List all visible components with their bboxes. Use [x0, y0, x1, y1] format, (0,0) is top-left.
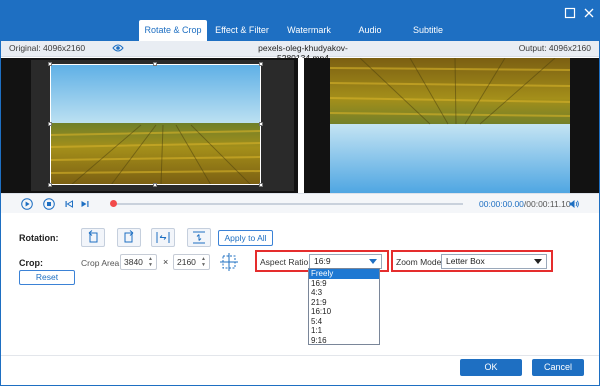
- aspect-option[interactable]: Freely: [309, 269, 379, 279]
- crop-handle-bottom[interactable]: [153, 183, 157, 187]
- cancel-button[interactable]: Cancel: [532, 359, 584, 376]
- dialog-footer: OK Cancel: [1, 355, 599, 385]
- crop-handle-top-left[interactable]: [48, 62, 52, 66]
- prev-frame-icon[interactable]: [63, 198, 75, 210]
- aspect-ratio-value: 16:9: [314, 256, 331, 266]
- crop-width-stepper[interactable]: ▲ ▼: [147, 256, 154, 268]
- original-preview[interactable]: [31, 60, 294, 191]
- playback-bar: 00:00:00.00/00:00:11.10: [1, 193, 599, 213]
- crop-handle-left[interactable]: [48, 122, 52, 126]
- crop-handle-bottom-left[interactable]: [48, 183, 52, 187]
- crop-height-input[interactable]: 2160 ▲ ▼: [173, 254, 210, 270]
- chevron-down-icon: [369, 259, 377, 264]
- stop-icon[interactable]: [43, 198, 55, 210]
- preview-area: [1, 58, 599, 193]
- multiply-sign: ×: [163, 257, 169, 267]
- ok-button[interactable]: OK: [460, 359, 522, 376]
- close-icon[interactable]: [582, 7, 596, 21]
- tab-audio[interactable]: Audio: [341, 20, 399, 41]
- aspect-option[interactable]: 9:16: [309, 336, 379, 346]
- progress-thumb[interactable]: [110, 200, 117, 207]
- aspect-ratio-select[interactable]: 16:9: [309, 254, 382, 269]
- rotate-right-button[interactable]: [117, 228, 141, 247]
- reset-button[interactable]: Reset: [19, 270, 75, 285]
- flip-horizontal-button[interactable]: [151, 228, 175, 247]
- play-icon[interactable]: [21, 198, 33, 210]
- crop-handle-right[interactable]: [259, 122, 263, 126]
- next-frame-icon[interactable]: [79, 198, 91, 210]
- minimize-icon[interactable]: [563, 7, 577, 21]
- crop-frame[interactable]: [48, 62, 263, 187]
- aspect-option[interactable]: 1:1: [309, 326, 379, 336]
- crop-height-stepper[interactable]: ▲ ▼: [200, 256, 207, 268]
- rotate-left-button[interactable]: [81, 228, 105, 247]
- tab-watermark[interactable]: Watermark: [277, 20, 341, 41]
- apply-to-all-button[interactable]: Apply to All: [218, 230, 273, 246]
- chevron-down-icon: [534, 259, 542, 264]
- original-resolution: Original: 4096x2160: [9, 43, 86, 53]
- zoom-mode-select[interactable]: Letter Box: [441, 254, 547, 269]
- dialog-header: Rotate & Crop Effect & Filter Watermark …: [1, 1, 599, 41]
- zoom-mode-label: Zoom Mode:: [396, 257, 444, 267]
- volume-icon[interactable]: [568, 198, 580, 210]
- flip-vertical-button[interactable]: [187, 228, 211, 247]
- crop-label: Crop:: [19, 258, 43, 268]
- zoom-mode-value: Letter Box: [446, 256, 485, 266]
- flip-vertical-icon: [193, 231, 205, 244]
- aspect-ratio-dropdown: Freely 16:9 4:3 21:9 16:10 5:4 1:1 9:16: [308, 268, 380, 345]
- eye-icon[interactable]: [112, 43, 124, 53]
- aspect-option[interactable]: 21:9: [309, 298, 379, 308]
- crop-area-label: Crop Area:: [81, 258, 122, 268]
- time-display: 00:00:00.00/00:00:11.10: [479, 199, 571, 209]
- aspect-option[interactable]: 5:4: [309, 317, 379, 327]
- tab-bar: Rotate & Crop Effect & Filter Watermark …: [139, 20, 457, 41]
- output-resolution: Output: 4096x2160: [518, 43, 591, 53]
- crop-width-value: 3840: [124, 257, 143, 267]
- aspect-option[interactable]: 4:3: [309, 288, 379, 298]
- crop-handle-top[interactable]: [153, 62, 157, 66]
- current-time: 00:00:00.00: [479, 199, 524, 209]
- duration: /00:00:11.10: [523, 199, 571, 209]
- crop-dialog: Rotate & Crop Effect & Filter Watermark …: [0, 0, 600, 386]
- aspect-ratio-label: Aspect Ratio:: [260, 257, 311, 267]
- crop-handle-bottom-right[interactable]: [259, 183, 263, 187]
- rotation-label: Rotation:: [19, 233, 59, 243]
- preview-divider: [298, 58, 304, 193]
- aspect-option[interactable]: 16:10: [309, 307, 379, 317]
- output-video-frame: [330, 58, 570, 193]
- crop-handle-top-right[interactable]: [259, 62, 263, 66]
- center-crop-icon[interactable]: [219, 252, 239, 272]
- flip-horizontal-icon: [156, 232, 170, 243]
- crop-height-value: 2160: [177, 257, 196, 267]
- video-info-bar: Original: 4096x2160 pexels-oleg-khudyako…: [1, 41, 599, 63]
- progress-track[interactable]: [113, 203, 463, 205]
- tab-effect-filter[interactable]: Effect & Filter: [207, 20, 277, 41]
- aspect-option[interactable]: 16:9: [309, 279, 379, 289]
- tab-rotate-crop[interactable]: Rotate & Crop: [139, 20, 207, 41]
- tab-subtitle[interactable]: Subtitle: [399, 20, 457, 41]
- crop-width-input[interactable]: 3840 ▲ ▼: [120, 254, 157, 270]
- rotate-left-icon: [88, 230, 98, 243]
- edit-controls: Rotation: Apply to All Crop: Crop Area: …: [1, 214, 599, 355]
- rotate-right-icon: [124, 230, 134, 243]
